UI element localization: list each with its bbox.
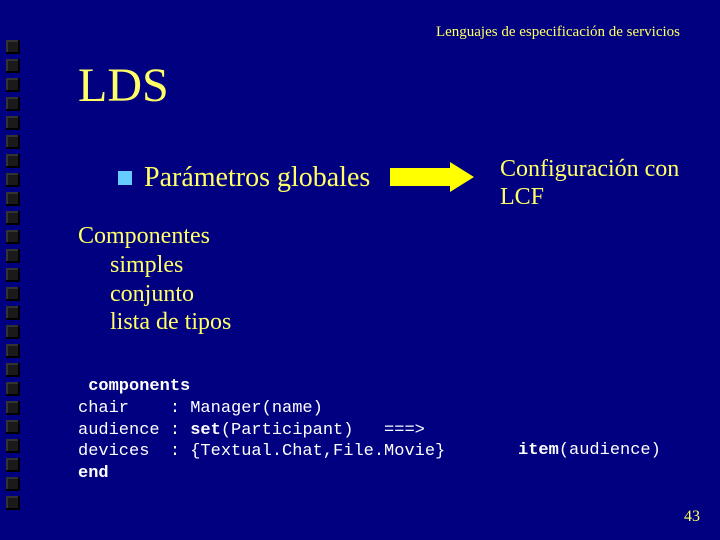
slide-header: Lenguajes de especificación de servicios — [436, 24, 680, 41]
item-keyword: item — [518, 441, 559, 460]
config-label: Configuración con LCF — [500, 156, 679, 211]
code-line-part: audience : — [78, 421, 190, 440]
config-line2: LCF — [500, 184, 679, 212]
item-expression: item(audience) — [518, 441, 661, 460]
page-number: 43 — [684, 508, 700, 526]
code-keyword: set — [190, 421, 221, 440]
code-keyword: end — [78, 464, 109, 483]
slide-title: LDS — [78, 58, 169, 113]
decorative-squares-column — [6, 40, 20, 510]
code-block: components chair : Manager(name) audienc… — [78, 376, 445, 485]
code-line: chair : Manager(name) — [78, 399, 323, 418]
code-keyword: components — [88, 377, 190, 396]
componentes-head: Componentes — [78, 222, 231, 251]
item-rest: (audience) — [559, 441, 661, 460]
componentes-item: conjunto — [110, 280, 231, 309]
code-line-part: (Participant) ===> — [221, 421, 425, 440]
bullet-square-icon — [118, 171, 132, 185]
config-line1: Configuración con — [500, 156, 679, 184]
arrow-right-icon — [390, 162, 480, 192]
componentes-item: simples — [110, 251, 231, 280]
componentes-item: lista de tipos — [110, 308, 231, 337]
code-line: devices : {Textual.Chat,File.Movie} — [78, 442, 445, 461]
componentes-block: Componentes simples conjunto lista de ti… — [78, 222, 231, 337]
bullet-text: Parámetros globales — [144, 162, 370, 194]
bullet-row: Parámetros globales — [118, 162, 370, 194]
